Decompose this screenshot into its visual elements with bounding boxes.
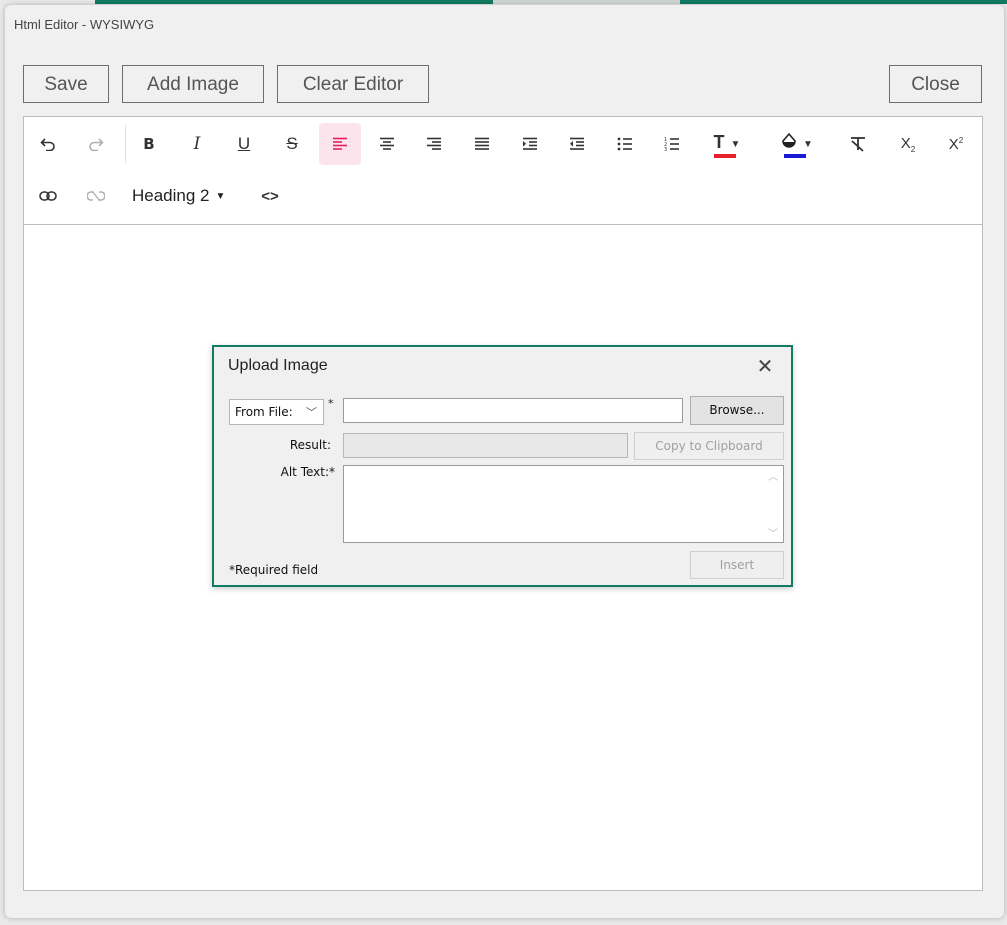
alt-text-label: Alt Text:*: [280, 465, 335, 479]
unlink-button[interactable]: [76, 176, 116, 216]
align-center-icon: [380, 137, 394, 150]
chevron-down-icon: ▼: [803, 138, 813, 150]
editor-toolbar: B I U S 1 2 3 T ▼ ▼ X2 X2 Heading 2 ▼ <>: [24, 117, 982, 225]
alt-text-input[interactable]: ︿ ﹀: [343, 465, 784, 543]
bullet-list-button[interactable]: [605, 124, 645, 164]
scroll-up-icon[interactable]: ︿: [768, 468, 778, 483]
subscript-button[interactable]: X2: [888, 124, 928, 164]
indent-icon: [523, 137, 537, 150]
link-button[interactable]: [28, 176, 68, 216]
bullet-list-icon: [617, 137, 632, 151]
copy-to-clipboard-button[interactable]: Copy to Clipboard: [634, 432, 784, 460]
align-center-button[interactable]: [367, 124, 407, 164]
justify-button[interactable]: [462, 124, 502, 164]
background-color-swatch: [784, 154, 806, 158]
indent-button[interactable]: [510, 124, 550, 164]
link-icon: [39, 191, 57, 201]
clear-format-icon: [851, 137, 865, 152]
align-left-icon: [333, 137, 347, 150]
toolbar-separator: [125, 125, 126, 163]
upload-image-dialog: Upload Image ✕ From File: ﹀ * Browse... …: [212, 345, 793, 587]
scroll-down-icon[interactable]: ﹀: [768, 525, 778, 540]
clear-editor-button[interactable]: Clear Editor: [277, 65, 429, 103]
required-field-note: *Required field: [229, 563, 319, 577]
required-marker: *: [328, 397, 334, 410]
underline-icon: U: [237, 134, 251, 153]
chevron-down-icon: ▼: [215, 190, 226, 202]
window-title: Html Editor - WYSIWYG: [14, 17, 155, 32]
numbered-list-icon: 123: [664, 137, 679, 152]
save-button[interactable]: Save: [23, 65, 109, 103]
font-color-swatch: [714, 154, 736, 158]
numbered-list-button[interactable]: 123: [652, 124, 692, 164]
redo-icon[interactable]: [76, 124, 116, 164]
subscript-icon: X2: [900, 134, 916, 154]
align-right-icon: [427, 137, 441, 150]
close-icon[interactable]: ✕: [752, 353, 778, 379]
heading-dropdown[interactable]: Heading 2 ▼: [132, 179, 225, 213]
background-tab: [95, 0, 493, 4]
background-tab: [680, 0, 1007, 4]
undo-icon[interactable]: [28, 124, 68, 164]
unlink-icon: [87, 190, 105, 202]
background-color-button[interactable]: ▼: [774, 124, 820, 164]
chevron-down-icon: ﹀: [306, 406, 317, 419]
code-icon: <>: [261, 187, 279, 205]
outdent-icon: [570, 137, 584, 150]
image-source-value: From File:: [235, 405, 293, 419]
font-color-button[interactable]: T ▼: [704, 124, 750, 164]
chevron-down-icon: ▼: [730, 138, 741, 150]
close-button[interactable]: Close: [889, 65, 982, 103]
image-source-select[interactable]: From File: ﹀: [229, 399, 324, 425]
source-code-button[interactable]: <>: [250, 176, 290, 216]
bold-button[interactable]: B: [129, 124, 169, 164]
superscript-button[interactable]: X2: [936, 124, 976, 164]
add-image-button[interactable]: Add Image: [122, 65, 264, 103]
insert-button[interactable]: Insert: [690, 551, 784, 579]
svg-text:3: 3: [664, 147, 667, 152]
result-field: [343, 433, 628, 458]
dialog-title: Upload Image: [228, 357, 328, 374]
align-left-button[interactable]: [319, 123, 361, 165]
background-tab: [493, 0, 680, 4]
font-color-icon: T: [713, 131, 725, 152]
italic-button[interactable]: I: [177, 124, 217, 164]
result-label: Result:: [289, 438, 331, 452]
superscript-icon: X2: [948, 135, 964, 153]
strikethrough-button[interactable]: S: [272, 124, 312, 164]
clear-format-button[interactable]: [838, 124, 878, 164]
strikethrough-icon: S: [286, 134, 298, 153]
html-editor-window: Html Editor - WYSIWYG Save Add Image Cle…: [5, 5, 1004, 918]
browse-button[interactable]: Browse...: [690, 396, 784, 425]
outdent-button[interactable]: [557, 124, 597, 164]
file-path-input[interactable]: [343, 398, 683, 423]
align-right-button[interactable]: [414, 124, 454, 164]
fill-color-icon: [782, 133, 796, 148]
justify-icon: [475, 137, 489, 150]
bold-icon: B: [143, 135, 155, 153]
underline-button[interactable]: U: [224, 124, 264, 164]
italic-icon: I: [193, 134, 201, 154]
heading-dropdown-label: Heading 2: [132, 186, 210, 205]
